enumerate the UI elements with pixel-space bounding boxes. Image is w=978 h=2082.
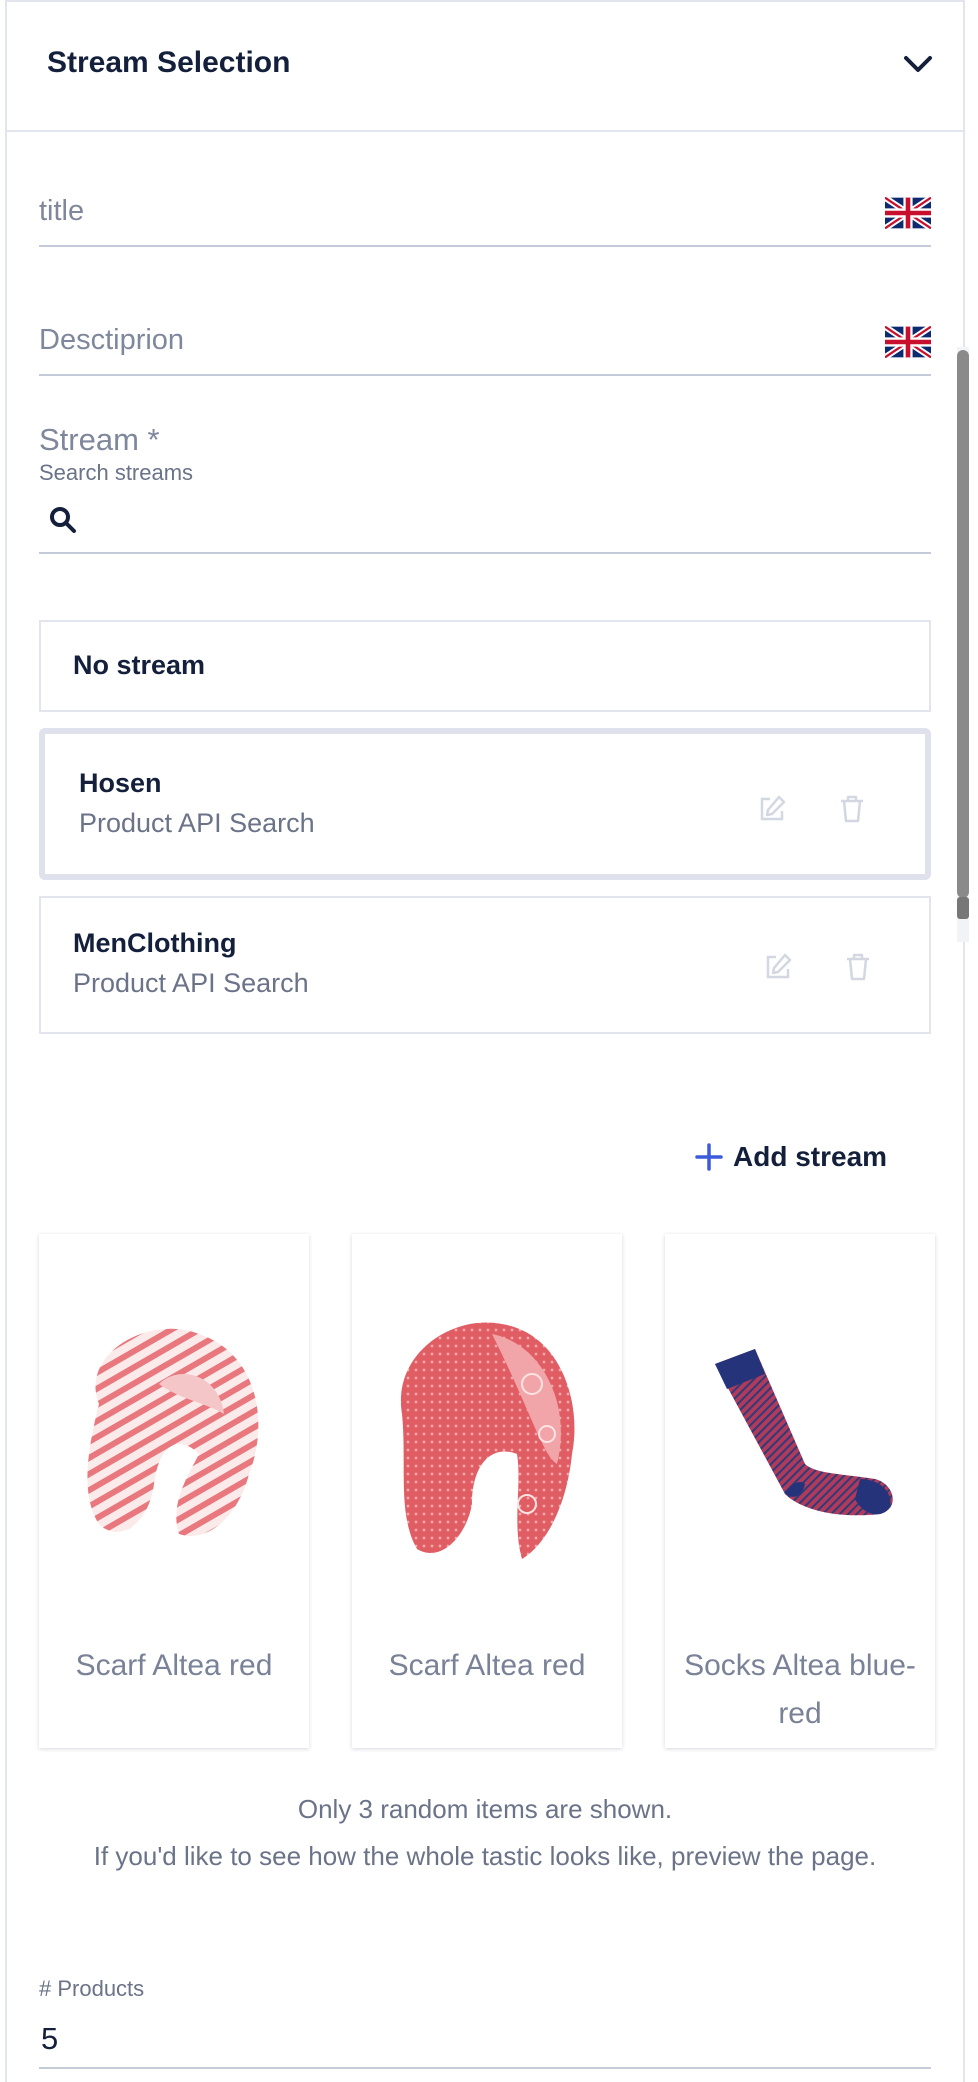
stream-option-menclothing[interactable]: MenClothing Product API Search [39,896,931,1034]
stream-option-subtitle: Product API Search [73,968,309,998]
scrollbar-arrow[interactable] [957,897,969,919]
product-card[interactable]: Scarf Altea red [39,1234,309,1748]
search-streams-label: Search streams [39,460,194,485]
add-stream-label: Add stream [733,1141,888,1172]
add-stream-button[interactable]: Add stream [695,1137,887,1177]
stream-selection-panel: Stream Selection title Desctiprion Strea… [5,0,969,2082]
description-field[interactable]: Desctiprion [39,316,931,376]
product-name: Scarf Altea red [75,1649,273,1682]
plus-icon [695,1143,723,1171]
striped-scarf-image [87,1328,259,1536]
stream-option-subtitle: Product API Search [79,808,315,838]
stream-search-input[interactable] [39,492,931,554]
stream-option-hosen[interactable]: Hosen Product API Search [39,728,931,880]
products-count-value: 5 [41,2021,59,2056]
description-placeholder: Desctiprion [39,324,185,356]
preview-note-line2: If you'd like to see how the whole tasti… [93,1841,877,1871]
stream-option-title: MenClothing [73,928,237,958]
product-card[interactable]: Scarf Altea red [352,1234,622,1748]
uk-flag-icon[interactable] [885,197,931,229]
product-card[interactable]: Socks Altea blue-red [665,1234,935,1748]
stream-option-none[interactable]: No stream [39,620,931,712]
panel-title: Stream Selection [47,46,291,79]
products-count-label: # Products [39,1976,145,2001]
edit-icon[interactable] [757,794,787,824]
stream-label: Stream * [39,422,160,457]
trash-icon[interactable] [843,952,873,982]
product-name: Scarf Altea red [388,1649,586,1682]
scrollbar-thumb[interactable] [957,350,969,898]
panel-header[interactable]: Stream Selection [7,2,963,132]
title-field[interactable]: title [39,187,931,247]
stream-option-title: Hosen [79,768,162,798]
uk-flag-icon[interactable] [885,326,931,358]
preview-note-line1: Only 3 random items are shown. [297,1794,673,1824]
chevron-down-icon[interactable] [903,54,933,74]
products-count-input[interactable]: 5 [39,2007,931,2069]
trash-icon[interactable] [837,794,867,824]
product-name: Socks Altea blue-red [684,1649,916,1730]
socks-image [715,1349,893,1516]
floral-scarf-image [400,1322,575,1559]
edit-icon[interactable] [763,952,793,982]
search-icon [50,507,76,533]
title-placeholder: title [39,195,85,227]
stream-option-title: No stream [73,650,206,680]
